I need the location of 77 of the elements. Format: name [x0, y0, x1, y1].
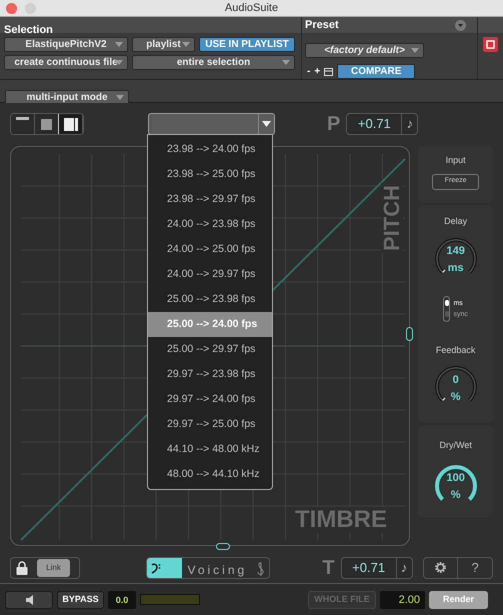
- caret-icon: [411, 48, 419, 53]
- slider-handle[interactable]: [406, 327, 414, 341]
- menu-item[interactable]: 25.00 --> 23.98 fps: [148, 287, 272, 312]
- timbre-value-field[interactable]: +0.71 ♪: [340, 556, 413, 578]
- level-readout: 0.0: [108, 590, 136, 608]
- bypass-button[interactable]: BYPASS: [57, 590, 104, 608]
- copy-icon[interactable]: [324, 68, 334, 76]
- file-mode-dropdown[interactable]: create continuous file: [4, 55, 128, 70]
- toggle-switch[interactable]: [443, 296, 450, 322]
- menu-item[interactable]: 23.98 --> 25.00 fps: [148, 162, 272, 187]
- knob-value: 0: [452, 374, 459, 386]
- slider-label: Voicing: [187, 562, 248, 578]
- menu-item[interactable]: 24.00 --> 25.00 fps: [148, 237, 272, 262]
- menu-item[interactable]: 44.10 --> 48.00 kHz: [148, 437, 272, 462]
- speaker-icon: [26, 594, 32, 604]
- menu-item[interactable]: 23.98 --> 29.97 fps: [148, 187, 272, 212]
- menu-item[interactable]: 23.98 --> 24.00 fps: [148, 137, 272, 162]
- target-dropdown[interactable]: playlist: [132, 37, 195, 52]
- bass-clef-icon: [151, 562, 162, 574]
- menu-item[interactable]: 24.00 --> 23.98 fps: [148, 212, 272, 237]
- knob-value: 149: [446, 245, 465, 258]
- link-button[interactable]: Link: [37, 558, 70, 576]
- view-mode-button[interactable]: [59, 114, 83, 134]
- caret-icon: [182, 42, 190, 47]
- axis-label: TIMBRE: [293, 507, 389, 533]
- knob-unit: ms: [448, 262, 464, 274]
- toggle-knob[interactable]: [444, 300, 449, 306]
- axis-letter: T: [322, 558, 335, 578]
- panel-label: Dry/Wet: [439, 439, 472, 452]
- view-mode-button[interactable]: [11, 114, 35, 134]
- axis-letter: P: [327, 114, 340, 134]
- caret-icon: [115, 42, 123, 47]
- remove-preset-button[interactable]: -: [307, 64, 310, 79]
- menu-item[interactable]: 25.00 --> 29.97 fps: [148, 337, 272, 362]
- caret-icon: [282, 60, 290, 65]
- gear-icon: [434, 561, 447, 574]
- split-view-icon: [64, 118, 78, 130]
- slider-handle[interactable]: [216, 543, 230, 550]
- lock-icon[interactable]: [16, 560, 28, 574]
- range-dropdown[interactable]: entire selection: [132, 55, 295, 70]
- level-meter: [140, 594, 200, 605]
- menu-item[interactable]: 24.00 --> 29.97 fps: [148, 262, 272, 287]
- toggle-knob[interactable]: [444, 311, 449, 317]
- treble-clef-icon: [257, 560, 264, 576]
- voicing-slider[interactable]: Voicing: [146, 556, 270, 578]
- caret-icon: [262, 121, 271, 127]
- panel-label: Delay: [444, 215, 468, 228]
- value-readout: +0.71: [351, 558, 386, 576]
- panel-label: Feedback: [436, 344, 476, 356]
- axis-label: PITCH: [381, 183, 404, 253]
- single-view-icon: [16, 117, 29, 120]
- note-button[interactable]: ♪: [396, 558, 412, 578]
- menu-item[interactable]: 29.97 --> 23.98 fps: [148, 362, 272, 387]
- window-title: AudioSuite: [224, 0, 278, 16]
- caret-icon: [116, 95, 124, 100]
- section-label: Selection: [4, 24, 53, 36]
- panel-label: Input: [446, 154, 466, 167]
- menu-item[interactable]: 29.97 --> 24.00 fps: [148, 387, 272, 412]
- preset-dropdown[interactable]: <factory default>: [305, 43, 424, 58]
- knob-value: 100: [446, 472, 465, 485]
- ratio-dropdown[interactable]: [148, 113, 275, 135]
- pitch-value-field[interactable]: +0.71 ♪: [346, 113, 418, 135]
- knob-unit: %: [450, 489, 461, 501]
- value-readout: +0.71: [356, 115, 392, 133]
- menu-item[interactable]: 29.97 --> 25.00 fps: [148, 412, 272, 437]
- menu-item[interactable]: 48.00 --> 44.10 kHz: [148, 462, 272, 487]
- view-mode-button[interactable]: [35, 114, 59, 134]
- speaker-button[interactable]: [5, 590, 53, 608]
- add-preset-button[interactable]: +: [314, 64, 320, 79]
- menu-icon[interactable]: [455, 20, 466, 30]
- note-button[interactable]: ♪: [401, 114, 418, 134]
- section-label: Preset: [305, 18, 339, 33]
- handle-length-field[interactable]: 2.00: [380, 590, 425, 608]
- plugin-dropdown[interactable]: ElastiquePitchV2: [4, 37, 128, 52]
- knob-unit: %: [450, 390, 461, 402]
- power-icon[interactable]: [483, 37, 498, 52]
- square-view-icon: [41, 118, 52, 130]
